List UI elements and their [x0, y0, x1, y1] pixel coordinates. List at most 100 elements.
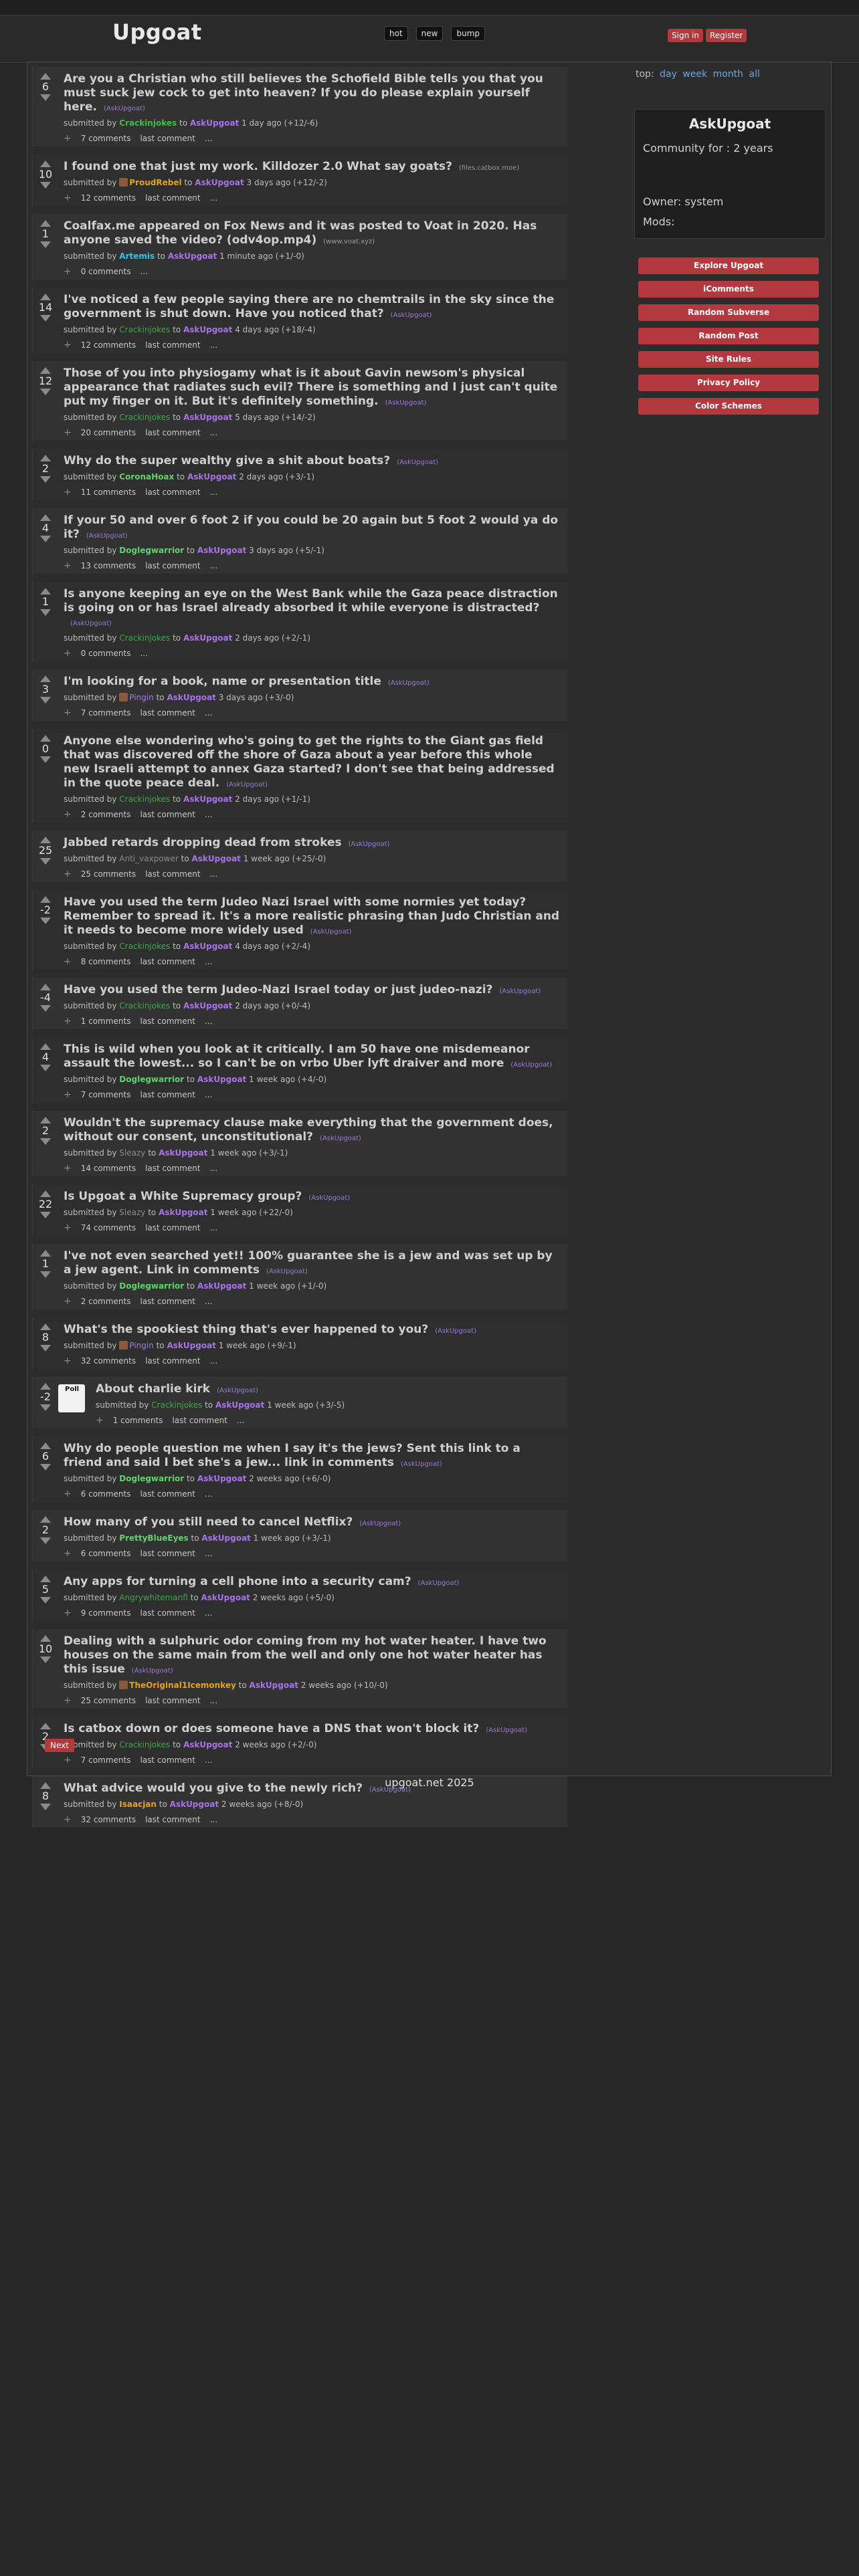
post-subverse-tag[interactable]: (AskUpgoat) [510, 1061, 552, 1069]
post-subverse-tag[interactable]: (AskUpgoat) [266, 1268, 308, 1275]
more-options-link[interactable]: ... [205, 810, 212, 819]
expand-icon[interactable]: + [64, 1163, 72, 1174]
last-comment-link[interactable]: last comment [140, 1489, 195, 1499]
comments-link[interactable]: 0 comments [81, 649, 131, 658]
post-author[interactable]: Crackinjokes [119, 1740, 170, 1749]
comments-link[interactable]: 9 comments [81, 1608, 131, 1618]
upvote-arrow-icon[interactable] [40, 675, 51, 682]
post-author[interactable]: Artemis [119, 251, 155, 261]
expand-icon[interactable]: + [64, 869, 72, 879]
post-subverse-tag[interactable]: (AskUpgoat) [418, 1580, 460, 1587]
post-subverse[interactable]: AskUpgoat [197, 1281, 246, 1291]
more-options-link[interactable]: ... [210, 1223, 217, 1232]
comments-link[interactable]: 2 comments [81, 1297, 131, 1306]
post-subverse[interactable]: AskUpgoat [168, 251, 217, 261]
expand-icon[interactable]: + [96, 1415, 104, 1426]
sort-bump-button[interactable]: bump [451, 26, 485, 41]
last-comment-link[interactable]: last comment [140, 708, 195, 718]
expand-icon[interactable]: + [64, 1296, 72, 1307]
post-subverse[interactable]: AskUpgoat [201, 1593, 250, 1602]
comments-link[interactable]: 7 comments [81, 1090, 131, 1099]
post-title[interactable]: Is catbox down or does someone have a DN… [64, 1722, 479, 1735]
expand-icon[interactable]: + [64, 809, 72, 820]
downvote-arrow-icon[interactable] [40, 476, 51, 483]
poll-thumbnail[interactable]: Poll [58, 1384, 85, 1412]
post-subverse[interactable]: AskUpgoat [183, 1740, 232, 1749]
more-options-link[interactable]: ... [205, 1090, 212, 1099]
post-subverse-tag[interactable]: (AskUpgoat) [397, 459, 438, 466]
comments-link[interactable]: 12 comments [81, 340, 136, 350]
last-comment-link[interactable]: last comment [140, 1608, 195, 1618]
post-subverse-tag[interactable]: (AskUpgoat) [385, 399, 427, 407]
sort-new-button[interactable]: new [415, 26, 444, 41]
upvote-arrow-icon[interactable] [40, 514, 51, 521]
top-all-link[interactable]: all [749, 69, 760, 80]
more-options-link[interactable]: ... [205, 1549, 212, 1558]
expand-icon[interactable]: + [64, 427, 72, 438]
upvote-arrow-icon[interactable] [40, 1576, 51, 1582]
post-subverse[interactable]: AskUpgoat [159, 1208, 207, 1217]
post-subverse-tag[interactable]: (AskUpgoat) [500, 988, 541, 995]
downvote-arrow-icon[interactable] [40, 1464, 51, 1471]
post-subverse-tag[interactable]: (AskUpgoat) [226, 781, 268, 788]
downvote-arrow-icon[interactable] [40, 1212, 51, 1218]
post-subverse-tag[interactable]: (AskUpgoat) [349, 841, 390, 848]
upvote-arrow-icon[interactable] [40, 1323, 51, 1330]
post-subverse[interactable]: AskUpgoat [197, 1075, 246, 1084]
last-comment-link[interactable]: last comment [145, 1815, 200, 1824]
post-title[interactable]: If your 50 and over 6 foot 2 if you coul… [64, 514, 558, 541]
last-comment-link[interactable]: last comment [145, 561, 200, 570]
last-comment-link[interactable]: last comment [140, 134, 195, 143]
post-title[interactable]: Anyone else wondering who's going to get… [64, 734, 555, 790]
downvote-arrow-icon[interactable] [40, 1065, 51, 1071]
more-options-link[interactable]: ... [140, 267, 147, 276]
upvote-arrow-icon[interactable] [40, 837, 51, 843]
comments-link[interactable]: 12 comments [81, 193, 136, 203]
post-subverse[interactable]: AskUpgoat [190, 118, 239, 128]
post-author[interactable]: ProudRebel [129, 178, 181, 187]
expand-icon[interactable]: + [64, 1222, 72, 1233]
last-comment-link[interactable]: last comment [140, 957, 195, 966]
post-title[interactable]: Coalfax.me appeared on Fox News and it w… [64, 219, 537, 247]
downvote-arrow-icon[interactable] [40, 918, 51, 924]
top-week-link[interactable]: week [682, 69, 707, 80]
upvote-arrow-icon[interactable] [40, 1250, 51, 1257]
more-options-link[interactable]: ... [210, 1696, 217, 1705]
upvote-arrow-icon[interactable] [40, 1635, 51, 1642]
explore-upgoat-button[interactable]: Explore Upgoat [638, 257, 819, 274]
more-options-link[interactable]: ... [205, 134, 212, 143]
post-author[interactable]: Anti_vaxpower [119, 854, 179, 863]
post-title[interactable]: I'm looking for a book, name or presenta… [64, 675, 381, 688]
post-subverse[interactable]: AskUpgoat [183, 325, 232, 334]
comments-link[interactable]: 11 comments [81, 488, 136, 497]
site-logo[interactable]: Upgoat [112, 19, 202, 45]
more-options-link[interactable]: ... [210, 561, 217, 570]
post-author[interactable]: Crackinjokes [119, 413, 170, 422]
comments-link[interactable]: 32 comments [81, 1356, 136, 1366]
post-subverse-tag[interactable]: (AskUpgoat) [401, 1461, 442, 1468]
comments-link[interactable]: 32 comments [81, 1815, 136, 1824]
comments-link[interactable]: 6 comments [81, 1549, 131, 1558]
comments-link[interactable]: 1 comments [113, 1416, 163, 1425]
post-subverse[interactable]: AskUpgoat [183, 794, 232, 804]
post-author[interactable]: Crackinjokes [119, 118, 177, 128]
icomments-button[interactable]: iComments [638, 281, 819, 298]
post-title[interactable]: Any apps for turning a cell phone into a… [64, 1575, 411, 1588]
post-title[interactable]: Is Upgoat a White Supremacy group? [64, 1190, 302, 1203]
post-author[interactable]: Crackinjokes [119, 633, 170, 643]
post-title[interactable]: How many of you still need to cancel Net… [64, 1515, 353, 1529]
random-subverse-button[interactable]: Random Subverse [638, 304, 819, 321]
post-title[interactable]: Those of you into physiogamy what is it … [64, 366, 557, 408]
post-subverse[interactable]: AskUpgoat [197, 1474, 246, 1483]
upvote-arrow-icon[interactable] [40, 1516, 51, 1523]
downvote-arrow-icon[interactable] [40, 1804, 51, 1810]
post-title[interactable]: Wouldn't the supremacy clause make every… [64, 1116, 553, 1144]
post-author[interactable]: CoronaHoax [119, 472, 174, 481]
upvote-arrow-icon[interactable] [40, 1043, 51, 1050]
color-schemes-button[interactable]: Color Schemes [638, 398, 819, 415]
expand-icon[interactable]: + [64, 133, 72, 144]
post-subverse-tag[interactable]: (AskUpgoat) [310, 928, 352, 936]
expand-icon[interactable]: + [64, 1814, 72, 1825]
next-page-button[interactable]: Next [45, 1739, 74, 1752]
post-author[interactable]: Pingin [129, 1341, 153, 1350]
